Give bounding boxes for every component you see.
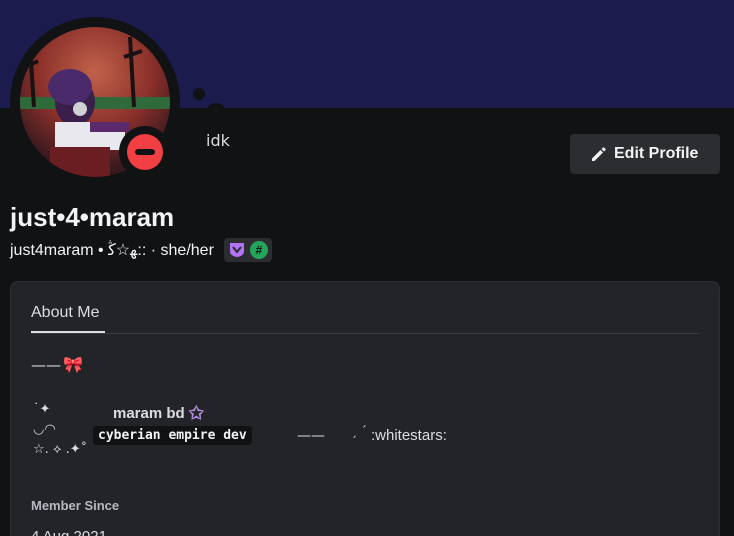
hashtag-badge-icon[interactable]: # xyxy=(249,241,268,259)
do-not-disturb-icon xyxy=(127,134,163,170)
about-line-1: —— 🎀 xyxy=(31,355,83,374)
status-bubble-dot-small xyxy=(193,88,205,100)
bd-name-text: maram bd xyxy=(113,405,185,422)
edit-profile-label: Edit Profile xyxy=(614,145,699,162)
member-since-label: Member Since xyxy=(31,498,120,513)
whitestars-text: :whitestars: xyxy=(371,427,447,444)
bd-name-line: maram bd ✩ xyxy=(113,403,204,424)
tab-divider xyxy=(31,333,699,334)
edit-profile-button[interactable]: Edit Profile xyxy=(570,134,720,174)
ribbon-emoji-icon: 🎀 xyxy=(63,355,83,374)
nitro-badge-icon[interactable] xyxy=(228,241,246,259)
pencil-icon xyxy=(592,147,606,161)
about-me-card: About Me —— 🎀 ˙✦ ◡◠ ☆. ⟡ .✦˚ maram bd ✩ … xyxy=(10,281,720,536)
member-since-value: 4 Aug 2021 xyxy=(31,528,107,536)
sparkles-mid: ◡◠ xyxy=(33,422,56,437)
badge-list: # xyxy=(223,238,272,262)
star-icon: ✩ xyxy=(188,403,204,423)
tab-about-me[interactable]: About Me xyxy=(31,304,99,322)
username-line: just4maram • ﻬ☆ﯕ:: · she/her # xyxy=(10,238,272,262)
hashtag-badge-text: # xyxy=(255,243,263,257)
sparkle-decoration: ˙✦ ◡◠ ☆. ⟡ .✦˚ xyxy=(33,400,87,460)
sparkles-top: ˙✦ xyxy=(33,402,51,417)
display-name: just•4•maram xyxy=(10,202,175,232)
sparkles-bottom: ☆. ⟡ .✦˚ xyxy=(33,442,88,457)
custom-status-bubble[interactable]: idk xyxy=(191,116,262,164)
about-dash: —— xyxy=(31,355,61,374)
username-text: just4maram • ﻬ☆ﯕ:: · she/her xyxy=(10,242,214,259)
custom-status-text: idk xyxy=(206,130,230,150)
about-dash-2: —— xyxy=(297,428,325,444)
inline-code-chip: cyberian empire dev xyxy=(93,426,252,445)
tick-marks: ˏ ˊ xyxy=(351,424,367,438)
